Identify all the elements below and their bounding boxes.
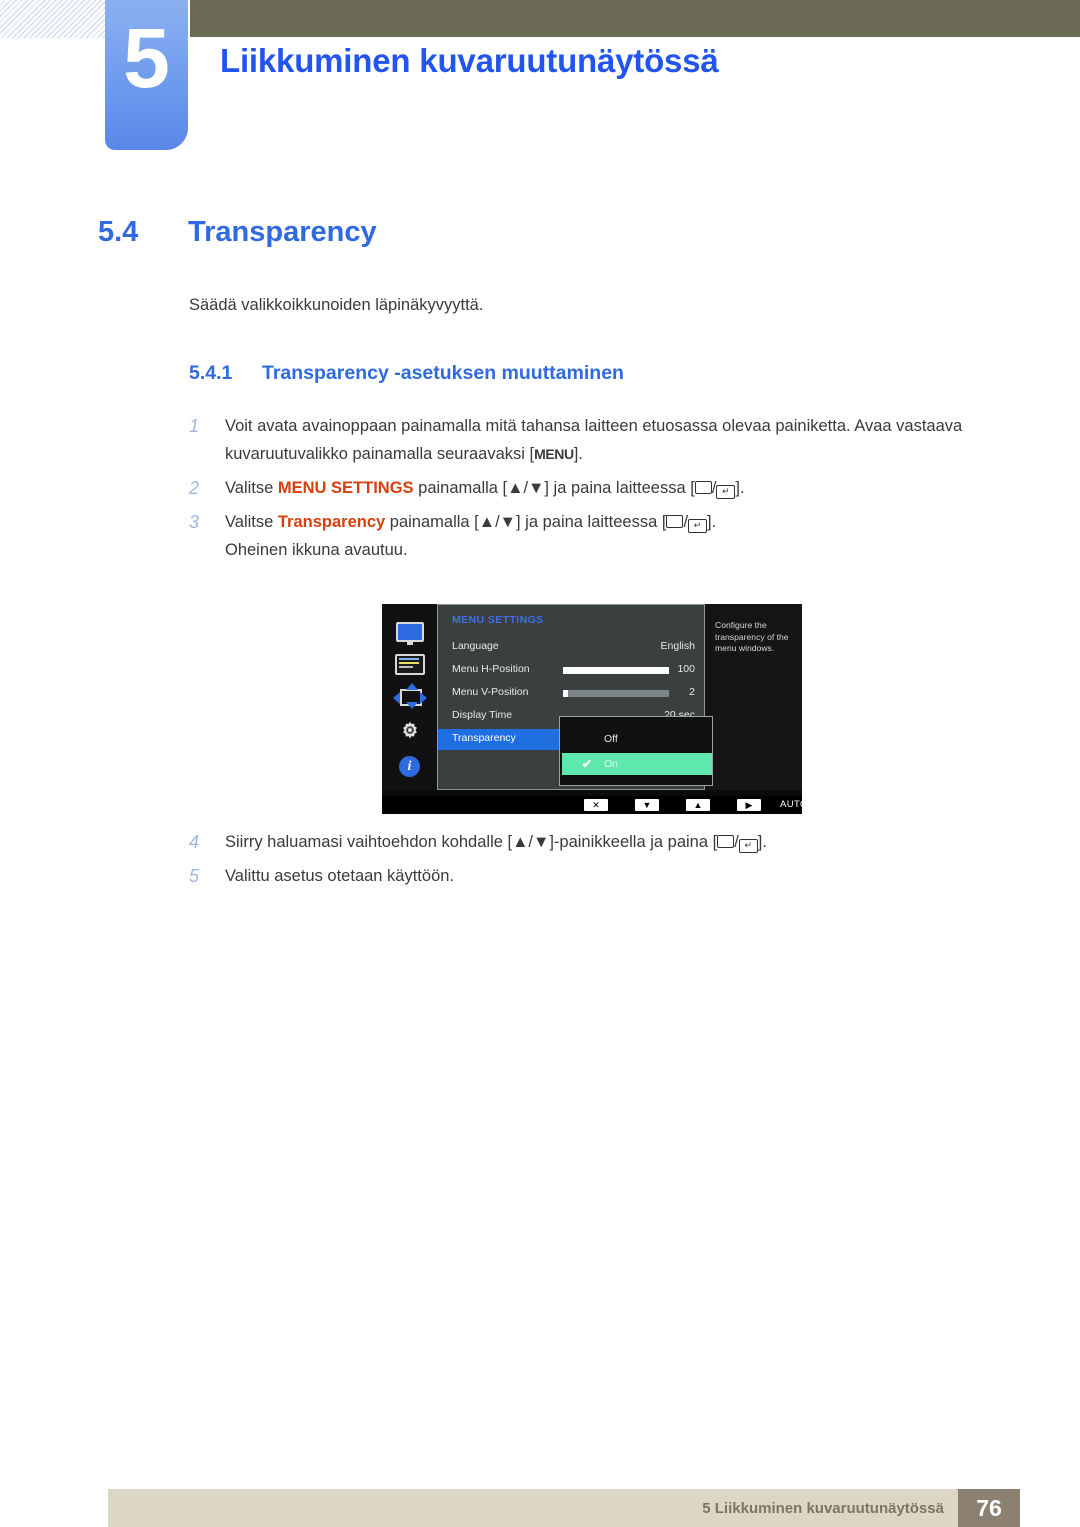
enter-key-icon: ↵	[716, 485, 736, 499]
step4-pre: Siirry haluamasi vaihtoehdon kohdalle [▲…	[225, 833, 718, 851]
step3-mid: painamalla [▲/▼] ja paina laitteessa [	[385, 513, 667, 531]
step2-pre: Valitse	[225, 479, 278, 497]
osd-row-menu-v-position[interactable]: Menu V-Position 2	[438, 683, 706, 704]
source-key-icon	[717, 835, 735, 848]
osd-row-value: 100	[677, 663, 695, 675]
step4-post: ].	[757, 833, 767, 851]
step-text: Valitse MENU SETTINGS painamalla [▲/▼] j…	[225, 479, 745, 499]
osd-row-label: Menu H-Position	[452, 663, 530, 675]
power-icon[interactable]: ⏻	[830, 799, 838, 811]
osd-button-close[interactable]: ✕	[584, 799, 608, 811]
osd-tooltip-panel: Configure the transparency of the menu w…	[705, 604, 802, 790]
dropdown-option-label: On	[604, 758, 619, 770]
transparency-dropdown: Off ✔ On	[559, 716, 713, 786]
osd-sidebar: i	[382, 604, 437, 790]
step-number: 2	[189, 478, 200, 498]
osd-row-value: 2	[689, 686, 695, 698]
footer-chapter-label: 5 Liikkuminen kuvaruutunäytössä	[702, 1500, 944, 1517]
step-text: Siirry haluamasi vaihtoehdon kohdalle [▲…	[225, 833, 767, 853]
osd-row-label: Transparency	[452, 732, 516, 744]
source-key-icon	[694, 481, 712, 494]
chapter-number: 5	[123, 11, 170, 105]
list-item: 4 Siirry haluamasi vaihtoehdon kohdalle …	[189, 828, 1019, 856]
subsection-number: 5.4.1	[189, 362, 233, 384]
step3-post: ].	[707, 513, 717, 531]
picture-list-icon[interactable]	[382, 654, 437, 680]
header-olive-bar	[190, 0, 1080, 37]
list-item: 3 Valitse Transparency painamalla [▲/▼] …	[189, 508, 1019, 564]
step-list-continued: 4 Siirry haluamasi vaihtoehdon kohdalle …	[189, 828, 1019, 896]
step2-post: ].	[735, 479, 745, 497]
step-number: 5	[189, 866, 200, 886]
dropdown-option-on[interactable]: ✔ On	[562, 753, 712, 775]
section-intro-text: Säädä valikkoikkunoiden läpinäkyvyyttä.	[189, 296, 484, 314]
osd-menu-title: MENU SETTINGS	[452, 614, 544, 626]
transparency-emphasis: Transparency	[277, 513, 386, 531]
osd-row-label: Menu V-Position	[452, 686, 529, 698]
menu-h-position-slider[interactable]	[563, 667, 669, 674]
page-footer: 5 Liikkuminen kuvaruutunäytössä 76	[108, 1489, 1020, 1527]
step-number: 3	[189, 512, 200, 532]
section-title: Transparency	[188, 216, 377, 248]
osd-button-down[interactable]: ▼	[635, 799, 659, 811]
info-icon[interactable]: i	[382, 756, 437, 777]
menu-settings-emphasis: MENU SETTINGS	[277, 479, 414, 497]
dropdown-option-label: Off	[604, 733, 618, 745]
step-number: 4	[189, 832, 200, 852]
list-item: 1 Voit avata avainoppaan painamalla mitä…	[189, 412, 1019, 468]
osd-menu-screenshot: i MENU SETTINGS Language English Menu H-…	[382, 604, 838, 814]
step3-pre: Valitse	[225, 513, 278, 531]
osd-row-language[interactable]: Language English	[438, 637, 706, 658]
monitor-icon[interactable]	[382, 622, 437, 647]
step1-text: Voit avata avainoppaan painamalla mitä t…	[225, 417, 963, 463]
section-heading: 5.4 Transparency	[98, 216, 377, 249]
list-item: 2 Valitse MENU SETTINGS painamalla [▲/▼]…	[189, 474, 1019, 502]
osd-row-menu-h-position[interactable]: Menu H-Position 100	[438, 660, 706, 681]
header-hatch-decoration	[0, 0, 108, 38]
step3-extra-line: Oheinen ikkuna avautuu.	[225, 541, 408, 559]
osd-button-right[interactable]: ▶	[737, 799, 761, 811]
dropdown-option-off[interactable]: Off	[562, 728, 712, 750]
enter-key-icon: ↵	[738, 839, 758, 853]
osd-bottom-bar: ✕ ▼ ▲ ▶ AUTO ⏻	[382, 796, 838, 814]
step1-text-end: ].	[573, 445, 583, 463]
step-number: 1	[189, 416, 200, 436]
osd-row-value: English	[660, 640, 695, 652]
step-text: Voit avata avainoppaan painamalla mitä t…	[225, 412, 1019, 468]
page-number: 76	[958, 1489, 1020, 1527]
step-text: Valittu asetus otetaan käyttöön.	[225, 867, 455, 885]
position-arrows-icon[interactable]	[382, 683, 437, 714]
subsection-heading: 5.4.1 Transparency -asetuksen muuttaminen	[189, 362, 624, 385]
gear-icon[interactable]	[382, 720, 437, 747]
osd-row-label: Display Time	[452, 709, 513, 721]
step-text: Valitse Transparency painamalla [▲/▼] ja…	[225, 508, 1019, 564]
checkmark-icon: ✔	[582, 757, 593, 771]
osd-auto-label[interactable]: AUTO	[780, 799, 808, 811]
source-key-icon	[666, 515, 684, 528]
step-list: 1 Voit avata avainoppaan painamalla mitä…	[189, 412, 1019, 570]
list-item: 5 Valittu asetus otetaan käyttöön.	[189, 862, 1019, 890]
subsection-title: Transparency -asetuksen muuttaminen	[262, 362, 624, 384]
menu-v-position-slider[interactable]	[563, 690, 669, 697]
section-number: 5.4	[98, 216, 139, 248]
osd-tooltip-text: Configure the transparency of the menu w…	[715, 620, 789, 653]
enter-key-icon: ↵	[688, 519, 708, 533]
osd-button-up[interactable]: ▲	[686, 799, 710, 811]
menu-key-label: MENU	[534, 446, 574, 462]
chapter-tab: 5	[105, 0, 188, 150]
osd-row-label: Language	[452, 640, 499, 652]
chapter-title: Liikkuminen kuvaruutunäytössä	[220, 42, 719, 79]
step2-mid: painamalla [▲/▼] ja paina laitteessa [	[413, 479, 695, 497]
